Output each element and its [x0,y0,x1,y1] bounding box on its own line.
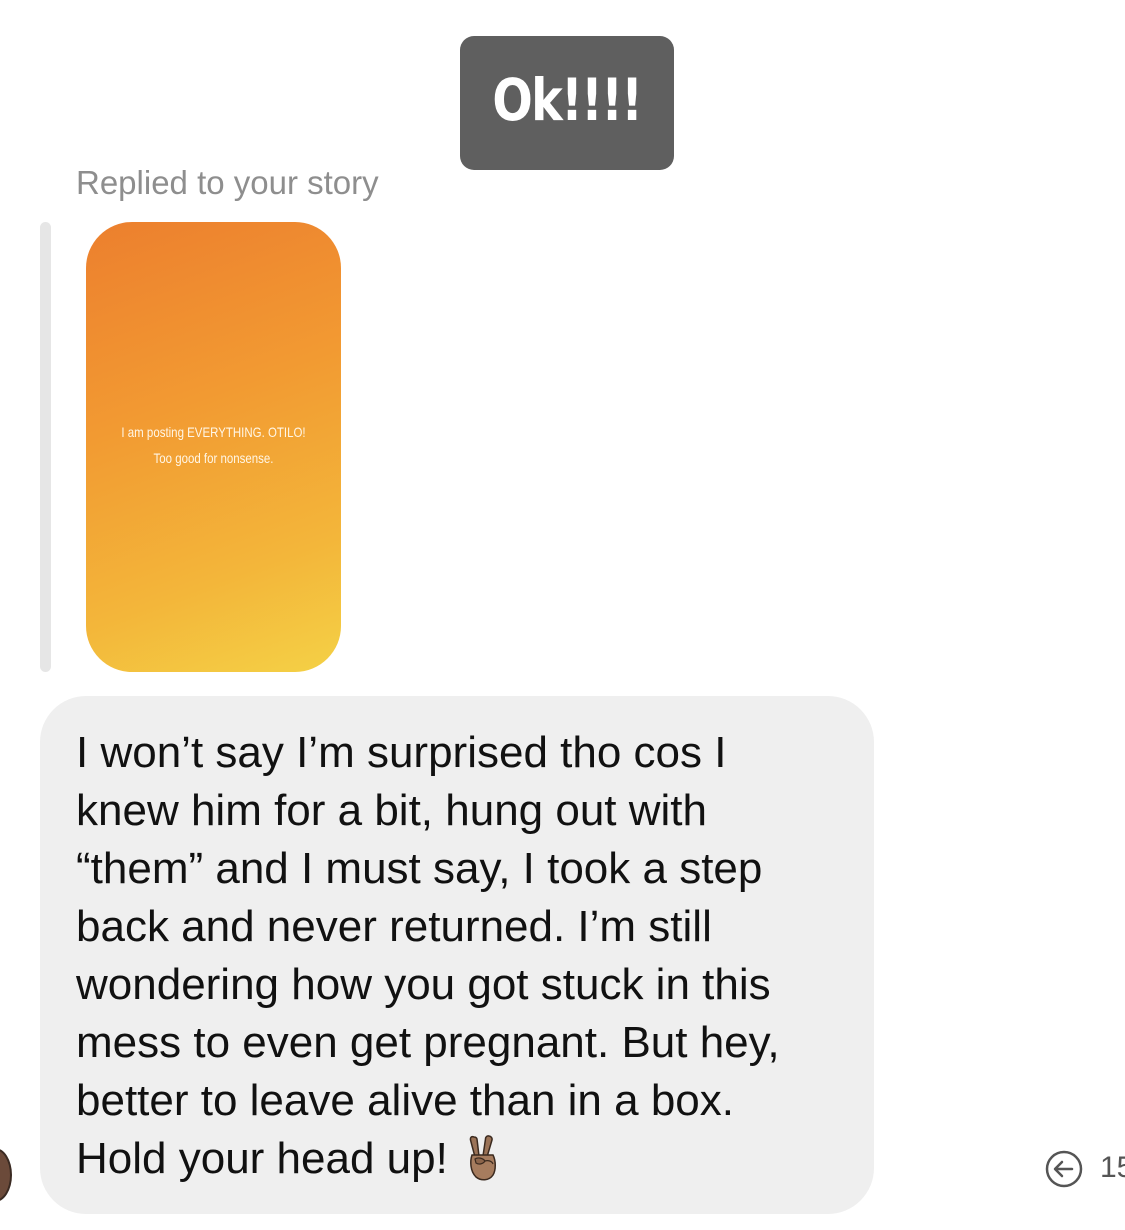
message-line: knew him for a bit, hung out with [76,786,707,835]
message-line: Hold your head up! [76,1134,448,1183]
message-line-last: Hold your head up! [76,1130,866,1188]
message-line: back and never returned. I’m still [76,902,712,951]
story-preview-thumbnail[interactable]: I am posting EVERYTHING. OTILO! Too good… [86,222,341,672]
sender-avatar[interactable] [0,1148,12,1202]
replied-to-story-label: Replied to your story [76,164,379,201]
dm-conversation: Ok!!!! Replied to your story I am postin… [0,0,1125,1230]
story-text-line-1: I am posting EVERYTHING. OTILO! [121,424,306,440]
story-text-sticker: Ok!!!! [460,36,674,170]
message-line: wondering how you got stuck in this [76,960,771,1009]
message-line: “them” and I must say, I took a step [76,844,763,893]
message-line: I won’t say I’m surprised tho cos I [76,728,727,777]
story-text-line-2: Too good for nonsense. [153,450,274,466]
message-timestamp: 15 [1100,1151,1125,1184]
message-line: better to leave alive than in a box. [76,1076,734,1125]
message-text: I won’t say I’m surprised tho cos I knew… [76,724,866,1188]
victory-hand-icon [469,1135,496,1181]
message-line: mess to even get pregnant. But hey, [76,1018,780,1067]
sticker-text: Ok!!!! [492,66,644,134]
reply-quote-bar [40,222,51,672]
message-bubble[interactable]: I won’t say I’m surprised tho cos I knew… [40,696,874,1214]
reply-arrow-icon[interactable] [1045,1150,1083,1188]
